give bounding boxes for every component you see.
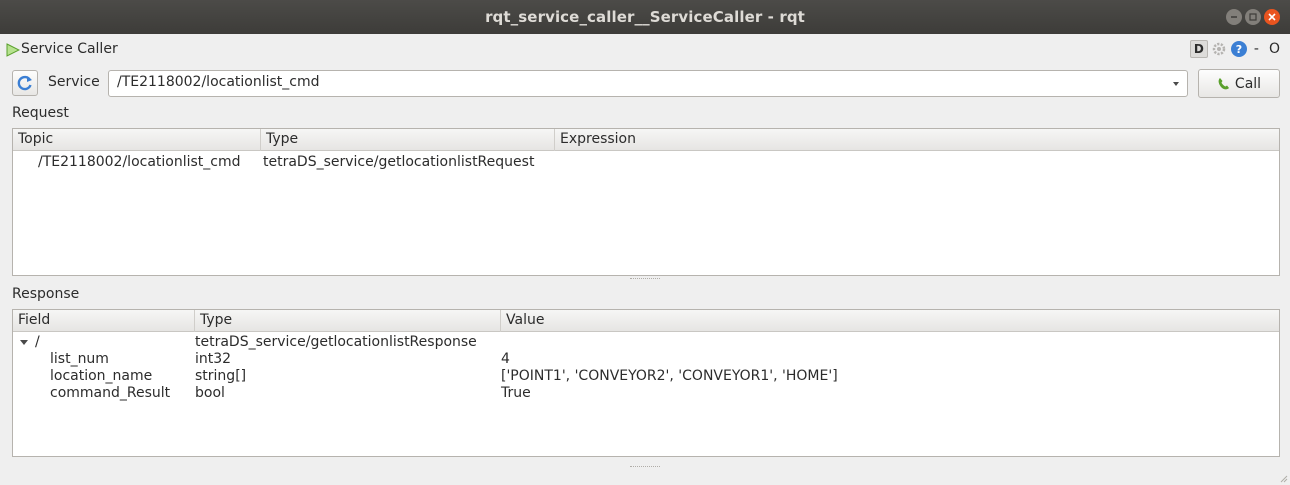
- minimize-plugin-button[interactable]: -: [1250, 41, 1263, 57]
- response-field-cell: command_Result: [50, 385, 171, 401]
- table-row[interactable]: command_Result bool True: [13, 385, 1279, 402]
- play-icon: [6, 43, 20, 57]
- column-header-field[interactable]: Field: [13, 310, 195, 332]
- maximize-icon: [1249, 13, 1257, 21]
- service-label: Service: [48, 74, 100, 90]
- resize-grip-icon[interactable]: [1278, 473, 1288, 483]
- window-title: rqt_service_caller__ServiceCaller - rqt: [485, 8, 805, 26]
- request-label: Request: [12, 105, 69, 121]
- table-row[interactable]: list_num int32 4: [13, 351, 1279, 368]
- help-icon[interactable]: ?: [1230, 40, 1248, 58]
- request-table[interactable]: Topic Type Expression /TE2118002/locatio…: [12, 128, 1280, 276]
- call-button-label: Call: [1234, 75, 1262, 92]
- plugin-title: Service Caller: [21, 41, 118, 57]
- dock-toggle-button[interactable]: D: [1189, 40, 1208, 58]
- response-value-cell: 4: [501, 351, 510, 367]
- response-type-cell: int32: [195, 351, 232, 367]
- request-table-header: Topic Type Expression: [13, 129, 1279, 151]
- splitter-handle[interactable]: [630, 466, 660, 468]
- response-field-cell: location_name: [50, 368, 153, 384]
- response-field-cell: list_num: [50, 351, 109, 367]
- table-row[interactable]: / tetraDS_service/getlocationlistRespons…: [13, 334, 1279, 351]
- column-header-topic[interactable]: Topic: [13, 129, 261, 151]
- column-header-value[interactable]: Value: [501, 310, 1279, 332]
- minimize-button[interactable]: [1226, 9, 1242, 25]
- column-header-type[interactable]: Type: [261, 129, 555, 151]
- response-table-header: Field Type Value: [13, 310, 1279, 332]
- response-value-cell: True: [501, 385, 531, 401]
- response-label: Response: [12, 286, 80, 302]
- request-topic-cell: /TE2118002/locationlist_cmd: [38, 154, 241, 170]
- minimize-icon: [1231, 16, 1237, 18]
- plugin-controls: D ? - O: [1189, 40, 1284, 58]
- gear-icon[interactable]: [1210, 40, 1228, 58]
- maximize-button[interactable]: [1245, 9, 1261, 25]
- close-plugin-button[interactable]: O: [1265, 41, 1284, 57]
- request-type-cell: tetraDS_service/getlocationlistRequest: [263, 154, 535, 170]
- response-type-cell: string[]: [195, 368, 247, 384]
- response-type-cell: bool: [195, 385, 225, 401]
- splitter-handle[interactable]: [630, 278, 660, 280]
- response-table[interactable]: Field Type Value / tetraDS_service/getlo…: [12, 309, 1280, 457]
- plugin-header: Service Caller D ? - O: [0, 38, 1290, 62]
- response-field-cell: /: [35, 334, 40, 350]
- window-titlebar[interactable]: rqt_service_caller__ServiceCaller - rqt: [0, 0, 1290, 34]
- chevron-down-icon: [1173, 82, 1179, 86]
- svg-text:?: ?: [1236, 43, 1242, 56]
- response-type-cell: tetraDS_service/getlocationlistResponse: [195, 334, 477, 350]
- window-controls: [1226, 9, 1280, 25]
- column-header-expression[interactable]: Expression: [555, 129, 1279, 151]
- tree-expander-icon[interactable]: [19, 338, 29, 348]
- table-row[interactable]: location_name string[] ['POINT1', 'CONVE…: [13, 368, 1279, 385]
- response-value-cell: ['POINT1', 'CONVEYOR2', 'CONVEYOR1', 'HO…: [501, 368, 838, 384]
- close-button[interactable]: [1264, 9, 1280, 25]
- service-selected-value: /TE2118002/locationlist_cmd: [117, 74, 320, 90]
- service-select[interactable]: /TE2118002/locationlist_cmd: [108, 70, 1188, 97]
- phone-icon: [1218, 77, 1229, 89]
- close-icon: [1268, 13, 1276, 21]
- call-button[interactable]: Call: [1198, 69, 1280, 98]
- table-row[interactable]: /TE2118002/locationlist_cmd tetraDS_serv…: [13, 154, 1279, 171]
- refresh-button[interactable]: [12, 70, 38, 96]
- column-header-type[interactable]: Type: [195, 310, 501, 332]
- refresh-icon: [17, 75, 32, 91]
